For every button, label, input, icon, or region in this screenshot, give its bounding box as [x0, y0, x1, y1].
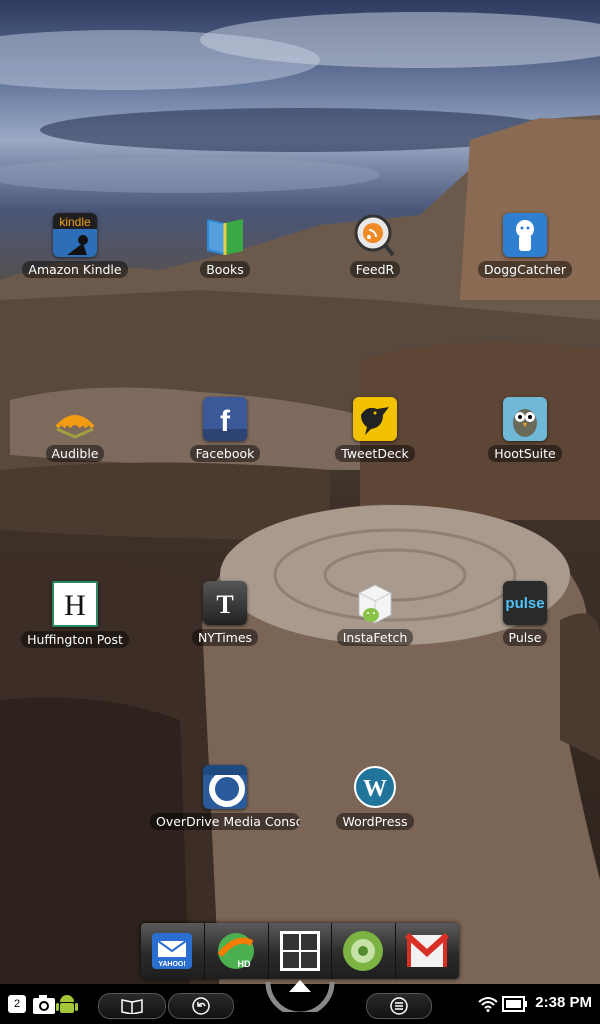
notification-count-badge[interactable]: 2 — [8, 995, 26, 1013]
app-feedr[interactable]: FeedR — [300, 213, 450, 282]
app-hootsuite[interactable]: HootSuite — [450, 397, 600, 466]
browser-hd-icon: HD — [217, 933, 254, 969]
svg-text:W: W — [363, 776, 387, 802]
app-label: Amazon Kindle — [22, 261, 128, 278]
app-label: NYTimes — [191, 629, 259, 646]
feedr-icon — [353, 213, 397, 257]
app-facebook[interactable]: f Facebook — [150, 397, 300, 466]
wordpress-icon: W — [353, 765, 397, 809]
app-label: Audible — [45, 445, 105, 462]
home-button[interactable] — [265, 976, 335, 1012]
app-nytimes[interactable]: T NYTimes — [150, 581, 300, 650]
books-button[interactable] — [98, 993, 166, 1019]
app-amazon-kindle[interactable]: kindle Amazon Kindle — [0, 213, 150, 282]
app-wordpress[interactable]: W WordPress — [300, 765, 450, 834]
dock-yahoo-mail[interactable]: YAHOO! — [141, 923, 205, 979]
app-label: Facebook — [189, 445, 261, 462]
amazon-kindle-icon: kindle — [53, 213, 97, 257]
dock-gmail[interactable] — [396, 923, 459, 979]
facebook-icon: f — [203, 397, 247, 441]
clock: 2:38 PM — [535, 994, 592, 1011]
overdrive-icon — [203, 765, 247, 809]
app-doggcatcher[interactable]: DoggCatcher — [450, 213, 600, 282]
wallpaper-scene — [0, 12, 600, 1000]
dock-browser-hd[interactable]: HD — [205, 923, 269, 979]
wifi-icon — [478, 997, 498, 1012]
app-label: DoggCatcher — [477, 261, 573, 278]
battery-icon — [502, 996, 527, 1012]
app-instafetch[interactable]: InstaFetch — [300, 581, 450, 650]
dock-app-drawer[interactable] — [269, 923, 333, 979]
back-button[interactable] — [168, 993, 234, 1019]
dock-media[interactable] — [332, 923, 397, 979]
books-icon — [203, 213, 247, 257]
app-drawer-icon — [279, 931, 320, 971]
svg-text:T: T — [216, 590, 233, 619]
svg-text:f: f — [220, 405, 231, 438]
app-label: FeedR — [349, 261, 401, 278]
app-label: OverDrive Media Console — [150, 813, 300, 830]
app-huffington-post[interactable]: H Huffington Post — [0, 581, 150, 652]
doggcatcher-icon — [503, 213, 547, 257]
app-label: InstaFetch — [336, 629, 414, 646]
camera-icon — [33, 995, 55, 1014]
app-books[interactable]: Books — [150, 213, 300, 282]
app-label: Books — [200, 261, 250, 278]
app-audible[interactable]: Audible — [0, 397, 150, 466]
open-book-icon — [121, 999, 143, 1014]
app-tweetdeck[interactable]: TweetDeck — [300, 397, 450, 466]
menu-button[interactable] — [366, 993, 432, 1019]
dock: YAHOO! HD — [141, 923, 459, 979]
app-label: Huffington Post — [21, 631, 129, 648]
app-label: TweetDeck — [335, 445, 415, 462]
gmail-icon — [405, 932, 450, 967]
app-label: WordPress — [336, 813, 414, 830]
app-label: HootSuite — [488, 445, 562, 462]
app-overdrive-media-console[interactable]: OverDrive Media Console — [150, 765, 300, 834]
huffington-post-icon: H — [52, 581, 98, 627]
svg-text:H: H — [64, 589, 86, 622]
media-icon — [343, 931, 384, 971]
nytimes-icon: T — [203, 581, 247, 625]
audible-icon — [53, 397, 97, 441]
android-icon — [56, 995, 78, 1013]
system-bar: 2 2:38 PM — [0, 980, 600, 1024]
svg-text:HD: HD — [237, 959, 250, 969]
wallpaper — [0, 0, 600, 1024]
tweetdeck-icon — [353, 397, 397, 441]
svg-text:YAHOO!: YAHOO! — [158, 961, 185, 968]
svg-text:kindle: kindle — [59, 215, 91, 229]
pulse-icon: pulse — [503, 581, 547, 625]
menu-icon — [390, 997, 408, 1015]
app-label: Pulse — [502, 629, 548, 646]
back-arrow-icon — [192, 997, 210, 1015]
app-pulse[interactable]: pulse Pulse — [450, 581, 600, 650]
svg-text:pulse: pulse — [505, 595, 544, 612]
hootsuite-icon — [503, 397, 547, 441]
yahoo-mail-icon: YAHOO! — [152, 933, 192, 969]
instafetch-icon — [353, 581, 397, 625]
